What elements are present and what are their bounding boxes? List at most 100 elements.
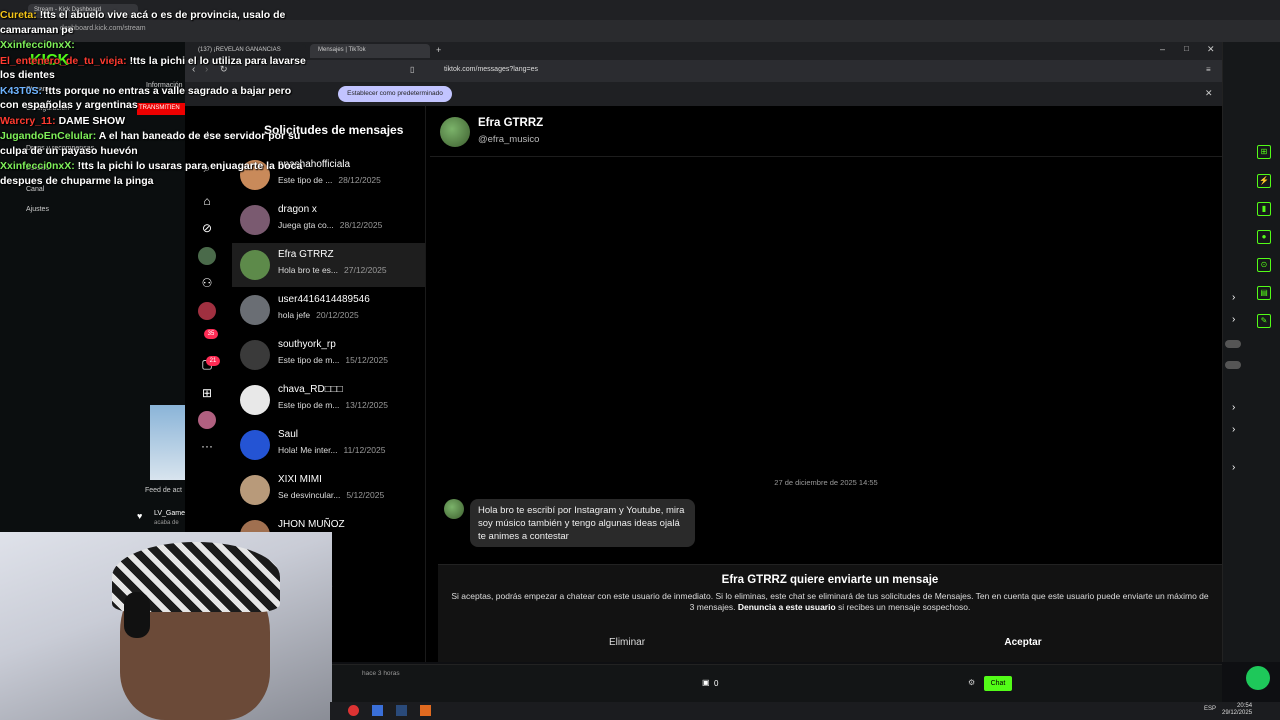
request-preview: Este tipo de m... 13/12/2025 — [278, 400, 388, 410]
request-avatar — [240, 475, 270, 505]
app2-taskbar-icon[interactable] — [420, 705, 431, 716]
following-avatar-icon[interactable] — [198, 247, 216, 265]
kick-tool-icon-2[interactable]: ⚡ — [1257, 174, 1271, 188]
windows-taskbar — [330, 702, 1280, 720]
accept-request-button[interactable]: Aceptar — [950, 632, 1096, 654]
request-item[interactable]: user4416414489546 hola jefe 20/12/2025 — [232, 288, 425, 332]
chat-message: Xxinfecci0nxX: !tts la pichi lo usaras p… — [0, 159, 310, 188]
kick-tool-icon-6[interactable]: ▤ — [1257, 286, 1271, 300]
home-icon[interactable]: ⌂ — [198, 192, 216, 210]
request-item[interactable]: XIXI MIMI Se desvincular... 5/12/2025 — [232, 468, 425, 512]
kick-tool-icon-4[interactable]: ● — [1257, 230, 1271, 244]
set-default-button[interactable]: Establecer como predeterminado — [338, 86, 452, 102]
kick-tool-icon-5[interactable]: ⊙ — [1257, 258, 1271, 272]
heart-icon: ♥ — [137, 511, 143, 521]
kick-feed-sub: acaba de — [154, 520, 179, 526]
chevron-right-icon[interactable]: › — [1232, 402, 1235, 413]
request-preview: Hola! Me inter... 11/12/2025 — [278, 445, 385, 455]
request-preview-text: Este tipo de m... — [278, 355, 340, 365]
app-taskbar-icon[interactable] — [372, 705, 383, 716]
request-item[interactable]: dragon x Juega gta co... 28/12/2025 — [232, 198, 425, 242]
report-user-link[interactable]: Denuncia a este usuario — [738, 602, 836, 612]
chat-send-button[interactable]: Chat — [984, 676, 1012, 691]
kick-fab-button[interactable] — [1246, 666, 1270, 690]
live-avatar-icon[interactable] — [198, 302, 216, 320]
chat-message: Cureta: !tts el abuelo vive acá o es de … — [0, 8, 310, 37]
request-name: Saul — [278, 429, 299, 440]
request-date: 28/12/2025 — [339, 220, 383, 230]
explore-icon[interactable]: ⊘ — [198, 219, 216, 237]
message-sender-avatar[interactable] — [444, 499, 464, 519]
steam-taskbar-icon[interactable] — [396, 705, 407, 716]
request-date: 11/12/2025 — [343, 445, 386, 455]
request-item[interactable]: Efra GTRRZ Hola bro te es... 27/12/2025 — [232, 243, 425, 287]
tiktok-url-bar[interactable] — [185, 60, 1222, 82]
request-panel-title: Efra GTRRZ quiere enviarte un mensaje — [721, 574, 939, 586]
more-icon[interactable]: ··· — [198, 437, 216, 455]
taskbar-clock[interactable]: 20:54 29/12/2025 — [1222, 703, 1252, 717]
request-preview-text: Hola! Me inter... — [278, 445, 338, 455]
upload-icon[interactable]: ⊞ — [198, 384, 216, 402]
minimize-icon[interactable]: – — [1160, 44, 1165, 54]
kick-nav-settings[interactable]: Ajustes — [26, 206, 49, 213]
request-preview: Este tipo de m... 15/12/2025 — [278, 355, 388, 365]
toggle-switch[interactable] — [1225, 340, 1241, 348]
chrome-taskbar-icon[interactable] — [348, 705, 359, 716]
kick-tool-icon-7[interactable]: ✎ — [1257, 314, 1271, 328]
bookmark-icon[interactable]: ▯ — [410, 65, 414, 74]
inbox-badge: 21 — [206, 356, 220, 366]
menu-icon[interactable]: ≡ — [1206, 65, 1211, 74]
request-preview-text: Juega gta co... — [278, 220, 334, 230]
request-avatar — [240, 205, 270, 235]
request-panel-description: Si aceptas, podrás empezar a chatear con… — [448, 591, 1212, 613]
request-item[interactable]: chava_RD□□□ Este tipo de m... 13/12/2025 — [232, 378, 425, 422]
chat-username: Xxinfecci0nxX: — [0, 160, 75, 172]
notification-badge: 35 — [204, 329, 218, 339]
request-date: 5/12/2025 — [346, 490, 385, 500]
request-desc-text-2: si recibes un mensaje sospechoso. — [838, 602, 971, 612]
request-preview: Juega gta co... 28/12/2025 — [278, 220, 382, 230]
webcam-headset — [124, 592, 150, 638]
delete-request-button[interactable]: Eliminar — [560, 632, 694, 654]
chevron-right-icon[interactable]: › — [1232, 462, 1235, 473]
conversation-handle[interactable]: @efra_musico — [478, 134, 539, 145]
request-name: user4416414489546 — [278, 294, 370, 305]
kick-tool-icon-3[interactable]: ▮ — [1257, 202, 1271, 216]
profile-avatar-icon[interactable] — [198, 411, 216, 429]
request-avatar — [240, 250, 270, 280]
chevron-right-icon[interactable]: › — [1232, 314, 1235, 325]
chat-text: !tts el abuelo vive acá o es de provinci… — [0, 9, 286, 36]
request-preview-text: Se desvincular... — [278, 490, 341, 500]
kick-feed-user: LV_Game — [154, 510, 185, 517]
kick-tool-icon-1[interactable]: ⊞ — [1257, 145, 1271, 159]
chat-username: K43T0S: — [0, 84, 43, 97]
kick-right-panel — [1222, 42, 1280, 662]
chat-username: Cureta: — [0, 9, 37, 21]
chevron-right-icon[interactable]: › — [1232, 292, 1235, 303]
maximize-icon[interactable]: □ — [1184, 44, 1189, 53]
kick-bottom-bar — [330, 664, 1222, 702]
conversation-name[interactable]: Efra GTRRZ — [478, 117, 543, 129]
tiktok-url-text[interactable]: tiktok.com/messages?lang=es — [444, 66, 538, 73]
tab-tiktok-messages[interactable]: Mensajes | TikTok — [310, 44, 430, 58]
close-icon[interactable]: ✕ — [1207, 44, 1215, 55]
gear-icon[interactable]: ⚙ — [968, 678, 975, 687]
toggle-switch[interactable] — [1225, 361, 1241, 369]
new-tab-icon[interactable]: + — [436, 45, 441, 55]
close-icon[interactable]: ✕ — [1205, 88, 1213, 99]
request-avatar — [240, 430, 270, 460]
clock-date: 29/12/2025 — [1222, 710, 1253, 716]
stream-chat-overlay: Cureta: !tts el abuelo vive acá o es de … — [0, 8, 310, 189]
request-date: 27/12/2025 — [344, 265, 387, 275]
chevron-right-icon[interactable]: › — [1232, 424, 1235, 435]
request-name: southyork_rp — [278, 339, 336, 350]
friends-icon[interactable]: ⚇ — [198, 274, 216, 292]
chat-username: Xxinfecci0nxX: — [0, 39, 75, 51]
request-avatar — [240, 340, 270, 370]
request-item[interactable]: southyork_rp Este tipo de m... 15/12/2025 — [232, 333, 425, 377]
conversation-avatar[interactable] — [440, 117, 470, 147]
language-indicator[interactable]: ESP — [1204, 706, 1216, 712]
kick-time-ago: hace 3 horas — [362, 670, 400, 677]
request-item[interactable]: Saul Hola! Me inter... 11/12/2025 — [232, 423, 425, 467]
chat-message: Warcry_11: DAME SHOW — [0, 114, 310, 129]
